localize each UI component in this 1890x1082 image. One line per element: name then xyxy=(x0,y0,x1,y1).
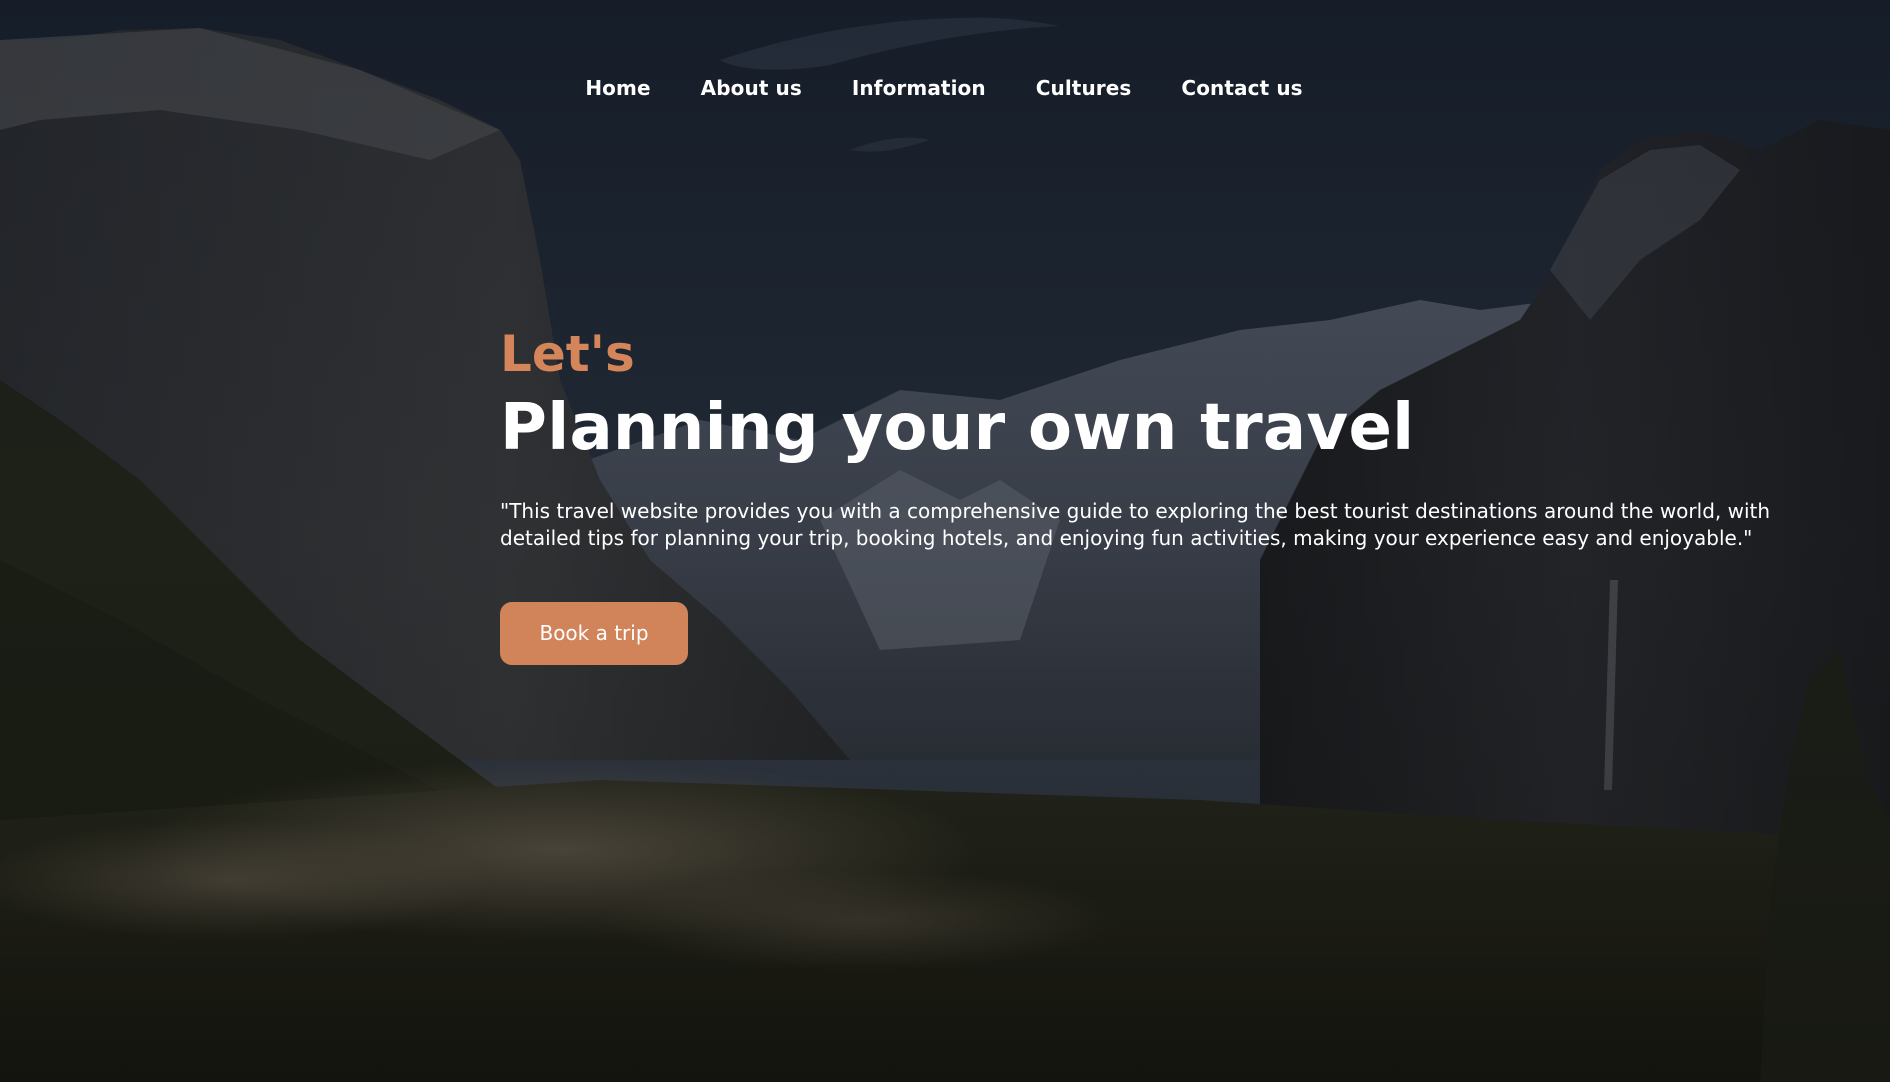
nav-link-information[interactable]: Information xyxy=(852,76,986,100)
book-a-trip-button[interactable]: Book a trip xyxy=(500,602,688,665)
hero-headline: Planning your own travel xyxy=(500,391,1415,465)
nav-link-cultures[interactable]: Cultures xyxy=(1036,76,1132,100)
main-navigation: Home About us Information Cultures Conta… xyxy=(0,76,1890,100)
nav-link-contact-us[interactable]: Contact us xyxy=(1181,76,1302,100)
hero-content: Let's Planning your own travel "This tra… xyxy=(500,322,1850,665)
hero-description: "This travel website provides you with a… xyxy=(500,499,1771,550)
nav-link-home[interactable]: Home xyxy=(585,76,650,100)
nav-list: Home About us Information Cultures Conta… xyxy=(585,76,1302,100)
hero-section: Home About us Information Cultures Conta… xyxy=(0,0,1890,1082)
nav-link-about-us[interactable]: About us xyxy=(701,76,802,100)
hero-eyebrow: Let's xyxy=(500,325,635,383)
